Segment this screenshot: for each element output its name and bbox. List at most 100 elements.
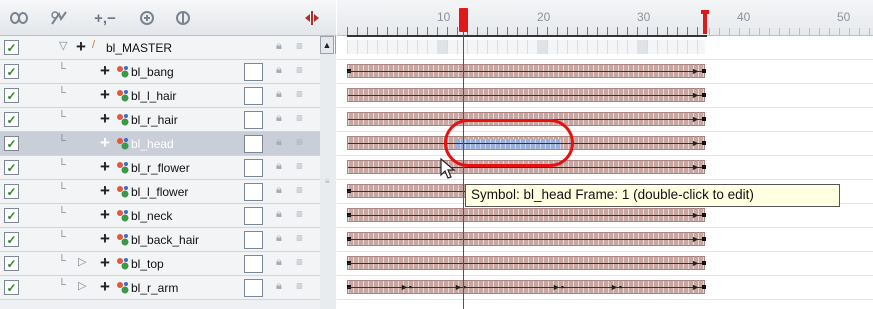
exposure-block[interactable]: ►: [347, 208, 706, 222]
layer-props-icon[interactable]: [136, 8, 158, 28]
visibility-checkbox[interactable]: ✓: [4, 88, 19, 103]
layer-name: bl_r_hair: [131, 113, 178, 127]
color-swatch[interactable]: [244, 111, 263, 129]
lock-icon[interactable]: 🔒︎: [276, 88, 282, 101]
visibility-checkbox[interactable]: ✓: [4, 160, 19, 175]
layer-name: bl_l_flower: [131, 185, 189, 199]
onion-skin-icon[interactable]: [48, 8, 70, 28]
exposure-block[interactable]: ►: [347, 88, 706, 102]
layer-name: bl_r_flower: [131, 161, 190, 175]
layer-row[interactable]: ✓ └ + bl_neck 🔒︎ ≡: [0, 204, 320, 228]
lock-icon[interactable]: 🔒︎: [276, 208, 282, 221]
tree-branch-icon: ▷: [78, 256, 87, 268]
layer-row[interactable]: ✓ ▽ + / bl_MASTER 🔒︎ ≡: [0, 36, 320, 60]
visibility-checkbox[interactable]: ✓: [4, 256, 19, 271]
exposure-block[interactable]: ►: [347, 64, 706, 78]
layer-name: bl_MASTER: [106, 41, 173, 55]
layer-panel: +,− ✓ ▽ + / bl_MASTER 🔒︎ ≡ ✓ └ + bl_bang…: [0, 0, 336, 309]
symbol-icon: [117, 138, 129, 150]
color-swatch[interactable]: [244, 231, 263, 249]
lock-icon[interactable]: 🔒︎: [276, 256, 282, 269]
visibility-checkbox[interactable]: ✓: [4, 184, 19, 199]
track-row[interactable]: ►: [337, 156, 873, 180]
scroll-up-button[interactable]: ▲: [320, 36, 334, 54]
add-icon: +: [100, 61, 110, 80]
end-flag-icon: [701, 10, 709, 14]
motion-icon[interactable]: ≡: [296, 135, 303, 149]
lock-icon[interactable]: 🔒︎: [276, 160, 282, 173]
visibility-checkbox[interactable]: ✓: [4, 112, 19, 127]
visibility-checkbox[interactable]: ✓: [4, 136, 19, 151]
visibility-checkbox[interactable]: ✓: [4, 64, 19, 79]
motion-icon[interactable]: ≡: [296, 255, 303, 269]
layer-row[interactable]: ✓ └ + bl_back_hair 🔒︎ ≡: [0, 228, 320, 252]
lock-icon[interactable]: 🔒︎: [276, 184, 282, 197]
tree-branch-icon: └: [58, 111, 66, 123]
motion-icon[interactable]: ≡: [296, 231, 303, 245]
layer-name: bl_r_arm: [131, 281, 179, 295]
track-row[interactable]: ►: [337, 204, 873, 228]
visibility-checkbox[interactable]: ✓: [4, 280, 19, 295]
layer-row[interactable]: ✓ └ + bl_l_flower 🔒︎ ≡: [0, 180, 320, 204]
visibility-checkbox[interactable]: ✓: [4, 40, 19, 55]
ruler-label: 10: [437, 10, 451, 24]
symbol-icon: [117, 66, 129, 78]
lock-icon[interactable]: 🔒︎: [276, 40, 282, 53]
lock-icon[interactable]: 🔒︎: [276, 232, 282, 245]
color-swatch[interactable]: [244, 207, 263, 225]
motion-icon[interactable]: ≡: [296, 39, 303, 53]
color-swatch[interactable]: [244, 279, 263, 297]
symbol-icon: [117, 186, 129, 198]
layer-list: ✓ ▽ + / bl_MASTER 🔒︎ ≡ ✓ └ + bl_bang 🔒︎ …: [0, 36, 320, 309]
color-swatch[interactable]: [244, 255, 263, 273]
expand-arrow-icon[interactable]: ▽: [59, 39, 67, 52]
layer-row[interactable]: ✓ └ + bl_bang 🔒︎ ≡: [0, 60, 320, 84]
motion-icon[interactable]: ≡: [296, 183, 303, 197]
timeline-area[interactable]: 10 20 30 40 50 ► ► ► ► ► ► ► ► ►▪ ►▪ ►▪ …: [337, 0, 873, 309]
peg-icon[interactable]: [172, 8, 194, 28]
layer-row[interactable]: ✓ └ + bl_r_hair 🔒︎ ≡: [0, 108, 320, 132]
motion-icon[interactable]: ≡: [296, 279, 303, 293]
track-row[interactable]: ►: [337, 108, 873, 132]
master-frames[interactable]: [347, 40, 705, 54]
end-frame-marker[interactable]: [703, 12, 707, 34]
motion-icon[interactable]: ≡: [296, 207, 303, 221]
exposure-block[interactable]: ►▪ ►▪ ►▪ ►▪ ►: [347, 280, 706, 294]
add-remove-icon[interactable]: +,−: [86, 8, 124, 28]
motion-icon[interactable]: ≡: [296, 111, 303, 125]
color-swatch[interactable]: [244, 183, 263, 201]
color-swatch[interactable]: [244, 135, 263, 153]
animate-icon[interactable]: [8, 8, 30, 28]
motion-icon[interactable]: ≡: [296, 63, 303, 77]
track-row[interactable]: ►: [337, 228, 873, 252]
visibility-checkbox[interactable]: ✓: [4, 232, 19, 247]
lock-icon[interactable]: 🔒︎: [276, 112, 282, 125]
track-row[interactable]: [337, 36, 873, 60]
layer-row-selected[interactable]: ✓ └ + bl_head 🔒︎ ≡: [0, 132, 320, 156]
track-row[interactable]: ►▪ ►▪ ►▪ ►▪ ►: [337, 276, 873, 300]
color-swatch[interactable]: [244, 87, 263, 105]
layer-row[interactable]: ✓ └ + bl_l_hair 🔒︎ ≡: [0, 84, 320, 108]
visibility-checkbox[interactable]: ✓: [4, 208, 19, 223]
track-row-selected[interactable]: ►: [337, 132, 873, 156]
lock-icon[interactable]: 🔒︎: [276, 64, 282, 77]
motion-icon[interactable]: ≡: [296, 159, 303, 173]
track-row[interactable]: ►: [337, 252, 873, 276]
frame-ruler[interactable]: 10 20 30 40 50: [337, 0, 873, 37]
scroll-grip-icon[interactable]: ≡: [325, 178, 331, 192]
tree-branch-icon: └: [58, 183, 66, 195]
color-swatch[interactable]: [244, 159, 263, 177]
exposure-block[interactable]: ►: [347, 232, 706, 246]
layer-row[interactable]: ✓ └ + bl_r_flower 🔒︎ ≡: [0, 156, 320, 180]
lock-icon[interactable]: 🔒︎: [276, 280, 282, 293]
motion-icon[interactable]: ≡: [296, 87, 303, 101]
track-row[interactable]: ►: [337, 84, 873, 108]
color-swatch[interactable]: [244, 63, 263, 81]
layer-row[interactable]: ✓ └ ▷ + bl_r_arm 🔒︎ ≡: [0, 276, 320, 300]
tree-branch-icon: └: [58, 279, 66, 291]
expand-icon[interactable]: [302, 8, 322, 28]
lock-icon[interactable]: 🔒︎: [276, 136, 282, 149]
layer-row[interactable]: ✓ └ ▷ + bl_top 🔒︎ ≡: [0, 252, 320, 276]
track-row[interactable]: ►: [337, 60, 873, 84]
exposure-block[interactable]: ►: [347, 256, 706, 270]
